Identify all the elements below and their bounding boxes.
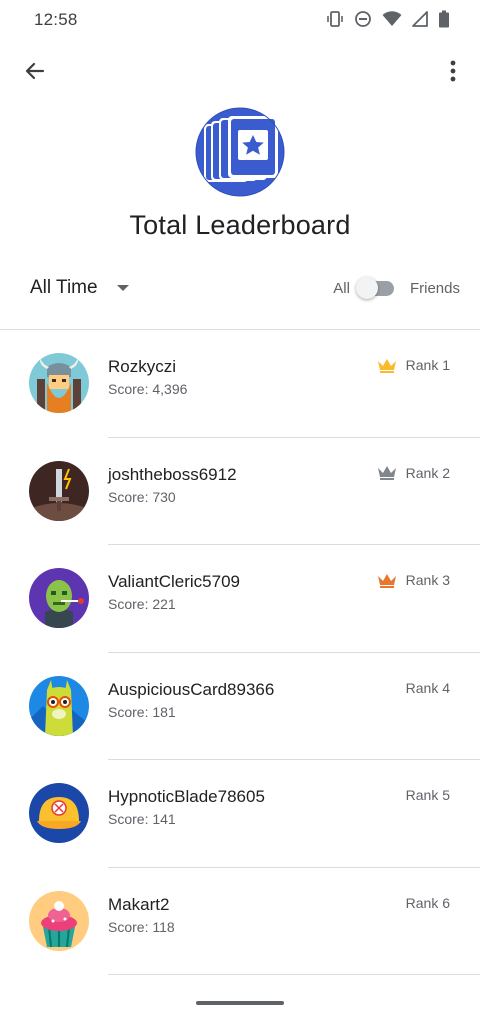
rank-indicator: Rank 2 — [377, 465, 450, 481]
leaderboard-row[interactable]: HypnoticBlade78605 Score: 141 Rank 5 — [0, 760, 480, 868]
player-name: Makart2 — [108, 894, 170, 914]
rank-indicator: Rank 1 — [377, 357, 450, 373]
dropdown-arrow-icon — [116, 285, 129, 291]
page-title: Total Leaderboard — [129, 210, 351, 240]
zombie-avatar — [29, 568, 89, 628]
player-score: Score: 181 — [108, 703, 176, 720]
rank-label: Rank 6 — [405, 894, 450, 911]
leaderboard-star-icon — [194, 106, 286, 198]
sword-avatar — [29, 460, 89, 521]
rank-label: Rank 3 — [405, 572, 450, 588]
back-button[interactable] — [20, 56, 50, 86]
vibrate-icon — [327, 11, 343, 27]
player-score: Score: 221 — [108, 596, 176, 612]
rank-indicator: Rank 5 — [406, 787, 450, 803]
cupcake-avatar — [29, 890, 89, 951]
arrow-back-icon — [25, 62, 45, 80]
leaderboard-row[interactable]: ValiantCleric5709 Score: 221 Rank 3 — [0, 545, 480, 653]
more-options-button[interactable] — [440, 56, 466, 86]
rank-label: Rank 4 — [405, 679, 450, 696]
battery-icon — [439, 10, 449, 28]
player-score: Score: 4,396 — [108, 381, 188, 397]
leaderboard-row[interactable]: Makart2 Score: 118 Rank 6 — [0, 868, 480, 975]
player-name: AuspiciousCard89366 — [108, 679, 275, 699]
rank-label: Rank 5 — [405, 787, 450, 803]
leaderboard-row[interactable]: joshtheboss6912 Score: 730 Rank 2 — [0, 438, 480, 545]
crown-bronze-icon — [377, 573, 396, 588]
wifi-icon — [382, 11, 402, 26]
leaderboard-list: Rozkyczi Score: 4,396 Rank 1 joshtheboss… — [0, 330, 480, 975]
toggle-all-label: All — [333, 279, 350, 297]
player-name: HypnoticBlade78605 — [108, 787, 265, 806]
leaderboard-row[interactable]: Rozkyczi Score: 4,396 Rank 1 — [0, 330, 480, 438]
player-score: Score: 730 — [108, 488, 176, 505]
player-name: joshtheboss6912 — [108, 464, 237, 484]
player-name: ValiantCleric5709 — [108, 572, 240, 591]
friends-toggle-group: All Friends — [333, 274, 460, 302]
gesture-nav-handle[interactable] — [196, 1001, 284, 1005]
time-range-dropdown[interactable]: All Time — [30, 274, 130, 302]
leaderboard-row[interactable]: AuspiciousCard89366 Score: 181 Rank 4 — [0, 653, 480, 760]
llama-avatar — [29, 675, 89, 736]
switch-thumb — [355, 277, 378, 299]
player-name: Rozkyczi — [108, 357, 177, 376]
rank-indicator: Rank 3 — [377, 572, 450, 588]
friends-toggle-switch[interactable] — [355, 274, 396, 302]
rank-indicator: Rank 6 — [406, 895, 450, 911]
more-vert-icon — [450, 60, 456, 82]
rank-label: Rank 2 — [405, 464, 450, 481]
baseball-cap-avatar — [29, 783, 89, 843]
toggle-friends-label: Friends — [409, 279, 460, 297]
signal-icon — [412, 11, 428, 27]
status-time: 12:58 — [34, 10, 78, 29]
status-bar: 12:58 — [0, 0, 480, 40]
rank-label: Rank 1 — [405, 357, 450, 373]
time-range-label: All Time — [30, 277, 98, 298]
do-not-disturb-icon — [355, 11, 371, 27]
player-score: Score: 141 — [108, 811, 176, 827]
row-divider — [108, 974, 480, 975]
player-score: Score: 118 — [108, 918, 175, 935]
status-icons — [326, 10, 450, 28]
viking-avatar — [29, 353, 89, 413]
crown-gold-icon — [377, 358, 396, 373]
rank-indicator: Rank 4 — [406, 680, 450, 696]
crown-silver-icon — [377, 466, 396, 480]
